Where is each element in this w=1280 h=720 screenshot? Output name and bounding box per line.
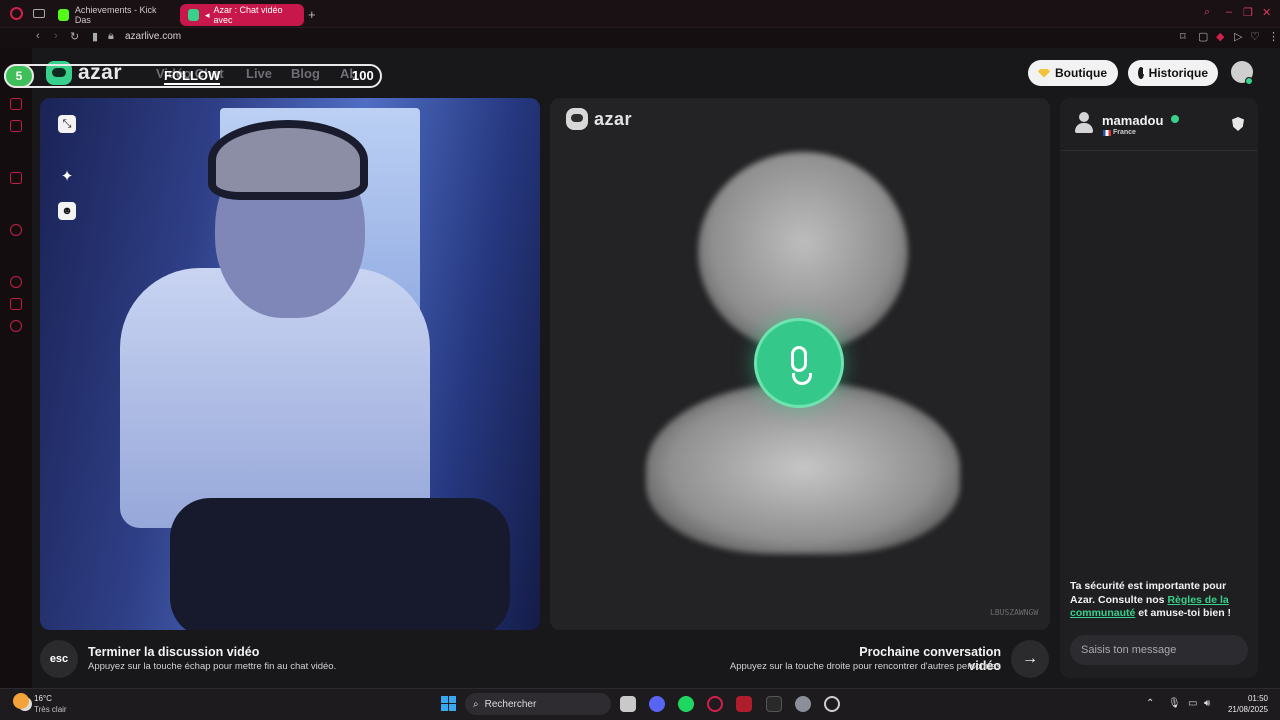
- self-video-feed: [40, 98, 540, 630]
- obs-icon[interactable]: [824, 696, 840, 712]
- end-chat-button[interactable]: esc: [40, 640, 78, 678]
- online-status-dot: [1245, 77, 1253, 85]
- player-icon[interactable]: ▷: [1234, 30, 1242, 43]
- historique-button[interactable]: Historique: [1128, 60, 1218, 86]
- new-tab-button[interactable]: +: [308, 7, 316, 22]
- opera-logo-icon[interactable]: [10, 7, 23, 20]
- reload-icon[interactable]: ↻: [70, 30, 79, 43]
- kick-favicon-icon: [58, 9, 69, 21]
- taskbar-search[interactable]: ⌕ Rechercher: [465, 693, 611, 715]
- tray-volume-icon[interactable]: 🔊︎: [1204, 698, 1210, 709]
- boutique-button[interactable]: Boutique: [1028, 60, 1118, 86]
- search-tabs-icon[interactable]: ⌕: [1204, 6, 1210, 19]
- france-flag-icon: [1103, 130, 1111, 136]
- verified-badge-icon: [1171, 115, 1179, 123]
- back-icon[interactable]: ‹: [36, 30, 40, 42]
- tab-azar[interactable]: ◂ Azar : Chat vidéo avec: [180, 4, 304, 26]
- video-watermark: LBUSZAWNGW: [990, 608, 1039, 617]
- close-window-icon[interactable]: ✕: [1262, 6, 1271, 19]
- sidebar-extensions-icon[interactable]: [10, 298, 22, 310]
- file-explorer-icon[interactable]: [620, 696, 636, 712]
- weather-condition[interactable]: Très clair: [34, 705, 67, 714]
- follow-count-badge: 5: [4, 64, 34, 88]
- effects-sparkle-icon[interactable]: ✦: [58, 167, 76, 185]
- microphone-icon: [791, 346, 807, 372]
- search-icon: ⌕: [473, 698, 479, 710]
- clock-date[interactable]: 21/08/2025: [1222, 705, 1268, 714]
- restore-icon[interactable]: ❐: [1243, 6, 1253, 19]
- url-field[interactable]: azarlive.com: [125, 31, 181, 42]
- camera-icon[interactable]: ▮: [92, 30, 98, 43]
- lock-icon: 🔒︎: [108, 30, 114, 42]
- end-chat-subtitle: Appuyez sur la touche échap pour mettre …: [88, 661, 337, 672]
- tab-achievements[interactable]: Achievements - Kick Das: [50, 4, 174, 26]
- spotify-icon[interactable]: [678, 696, 694, 712]
- next-chat-button[interactable]: →: [1011, 640, 1049, 678]
- azar-logo-icon: [566, 108, 588, 130]
- message-input[interactable]: [1070, 635, 1248, 665]
- menu-dots-icon[interactable]: ⋮: [1268, 30, 1279, 43]
- sidebar-twitch-icon[interactable]: [10, 172, 22, 184]
- minimize-icon[interactable]: –: [1226, 6, 1232, 18]
- browser-sidebar: [0, 48, 32, 688]
- windows-taskbar: [0, 688, 1280, 720]
- sidebar-settings-icon[interactable]: [10, 320, 22, 332]
- follow-goal-label: FOLLOW: [164, 68, 221, 85]
- weather-icon[interactable]: [13, 693, 29, 709]
- divider: [1060, 150, 1258, 151]
- person-cap: [208, 120, 368, 200]
- arrow-right-icon: →: [1022, 650, 1038, 667]
- tray-mic-icon[interactable]: 🎙︎: [1168, 698, 1181, 709]
- face-filter-icon[interactable]: ☻: [58, 202, 76, 220]
- azar-favicon-icon: [188, 9, 199, 21]
- clock-icon: [1138, 67, 1145, 79]
- partner-avatar-icon[interactable]: [1074, 112, 1094, 134]
- sidebar-mail-icon[interactable]: [10, 120, 22, 132]
- collapse-icon[interactable]: ⤡: [58, 115, 76, 133]
- end-chat-title: Terminer la discussion vidéo: [88, 645, 260, 659]
- follow-goal-target: 100: [352, 68, 374, 83]
- clock-time[interactable]: 01:50: [1240, 694, 1268, 703]
- opera-gx-icon[interactable]: [707, 696, 723, 712]
- voicemeeter-icon[interactable]: [736, 696, 752, 712]
- person-legs: [170, 498, 510, 630]
- sidebar-history-icon[interactable]: [10, 276, 22, 288]
- settings-icon[interactable]: [795, 696, 811, 712]
- partner-country: France: [1113, 129, 1136, 136]
- screenshot-icon[interactable]: ▢: [1198, 30, 1208, 43]
- safety-notice: Ta sécurité est importante pour Azar. Co…: [1070, 580, 1232, 619]
- tab-menu-icon[interactable]: [33, 9, 45, 18]
- heart-icon[interactable]: ♡: [1250, 30, 1260, 43]
- sidebar-instagram-icon[interactable]: [10, 98, 22, 110]
- weather-temperature[interactable]: 16°C: [34, 694, 52, 703]
- gem-icon: [1038, 68, 1050, 78]
- bookmark-icon[interactable]: ⌑: [1180, 30, 1186, 43]
- sidebar-player-icon[interactable]: [10, 224, 22, 236]
- speaker-icon: ◂: [204, 9, 210, 20]
- address-bar: [0, 28, 1280, 48]
- tray-overflow-icon[interactable]: ⌃: [1146, 698, 1154, 709]
- next-chat-subtitle: Appuyez sur la touche droite pour rencon…: [729, 661, 1001, 672]
- microphone-button[interactable]: [754, 318, 844, 408]
- partner-video-logo: azar: [566, 108, 632, 130]
- partner-username[interactable]: mamadou: [1102, 113, 1163, 128]
- discord-icon[interactable]: [649, 696, 665, 712]
- start-button[interactable]: [441, 696, 456, 711]
- tray-network-icon[interactable]: ▭: [1188, 698, 1197, 709]
- terminal-icon[interactable]: [766, 696, 782, 712]
- forward-icon[interactable]: ›: [54, 30, 58, 42]
- vpn-shield-icon[interactable]: ◆: [1216, 30, 1224, 43]
